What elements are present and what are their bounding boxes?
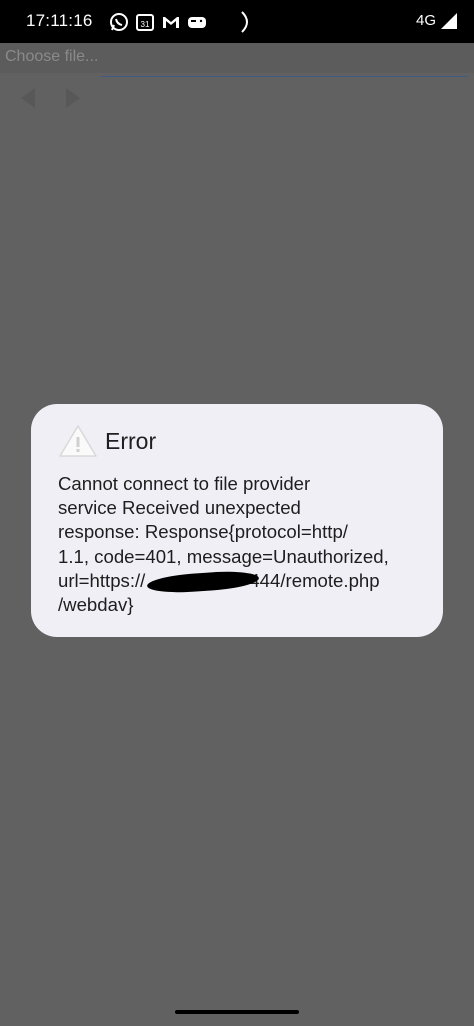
- choose-file-field[interactable]: Choose file...: [5, 48, 98, 66]
- redaction-mark: [146, 569, 260, 595]
- notification-icons: 31: [109, 12, 207, 32]
- gmail-icon: [163, 17, 179, 28]
- home-indicator[interactable]: [175, 1010, 299, 1014]
- message-line: /webdav}: [58, 594, 134, 616]
- back-arrow-icon[interactable]: [17, 86, 39, 110]
- whatsapp-icon: [110, 13, 128, 31]
- message-line-url: url=https:// 444/remote.php: [58, 569, 418, 595]
- error-dialog: Error Cannot connect to file provider se…: [31, 404, 443, 637]
- dialog-title: Error: [105, 428, 157, 454]
- message-line: service Received unexpected: [58, 497, 301, 519]
- network-type: 4G: [415, 12, 436, 29]
- signal-icon: [441, 13, 457, 29]
- path-field-underline: [101, 76, 468, 77]
- calendar-icon: 31: [136, 14, 154, 31]
- status-time: 17:11:16: [26, 11, 93, 30]
- status-bar: 17:11:16 31 4G: [0, 0, 474, 43]
- message-line: Cannot connect to file provider: [58, 473, 311, 494]
- message-line: 1.1, code=401, message=Unauthorized,: [58, 545, 389, 567]
- calendar-day: 31: [141, 20, 150, 29]
- message-line: response: Response{protocol=http/: [58, 521, 348, 543]
- url-suffix: 444/remote.php: [249, 569, 380, 591]
- error-message: Cannot connect to file provider service …: [58, 472, 418, 617]
- moon-icon: [241, 11, 248, 33]
- warning-icon: [59, 425, 97, 457]
- forward-arrow-icon[interactable]: [62, 86, 84, 110]
- url-prefix: url=https://: [58, 569, 146, 591]
- game-controller-icon: [188, 17, 206, 28]
